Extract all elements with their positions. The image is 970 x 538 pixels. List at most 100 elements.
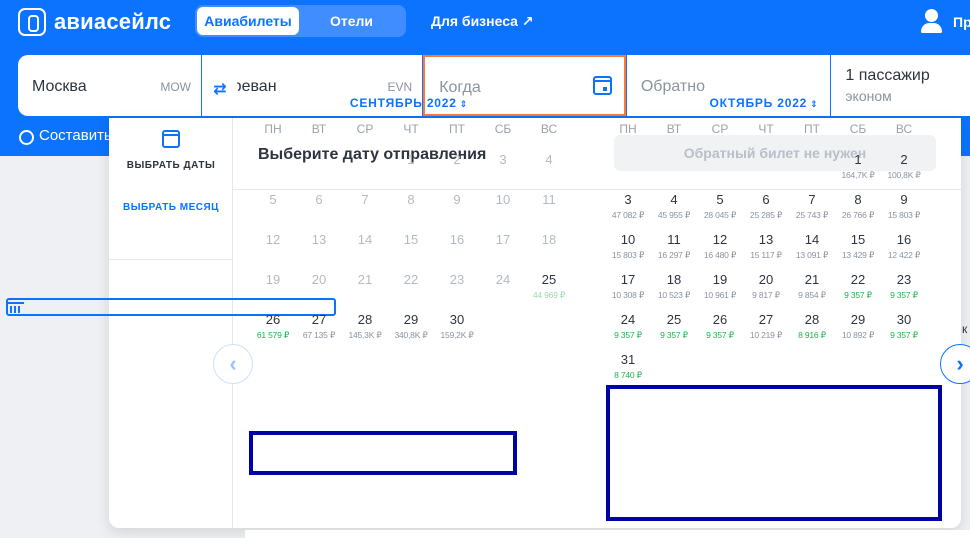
day-price: 25 743 ₽ [795,210,829,220]
day-price: 100,8K ₽ [887,170,921,180]
day-cell[interactable]: 1 164,7K ₽ [835,146,881,186]
day-cell[interactable]: 2 100,8K ₽ [881,146,927,186]
day-cell: 3 [480,146,526,186]
weekday-label: СБ [849,122,867,136]
day-price: 10 308 ₽ [611,290,645,300]
day-cell[interactable]: 10 15 803 ₽ [605,226,651,266]
day-number: 21 [804,272,820,287]
day-cell[interactable]: 28 8 916 ₽ [789,306,835,346]
day-cell[interactable]: 29 10 892 ₽ [835,306,881,346]
days-grid: 1 2 3 4 5 6 7 8 9 10 11 12 13 14 15 16 17 18 19 20 21 22 23 24 2… [250,146,580,346]
profile-label[interactable]: Пр [953,14,970,30]
day-number: 28 [804,312,820,327]
day-cell[interactable]: 8 26 766 ₽ [835,186,881,226]
day-cell[interactable]: 5 28 045 ₽ [697,186,743,226]
day-cell: 13 [296,226,342,266]
weekday-row: ПН ВТ СР ЧТ ПТ СБ ВС [605,122,935,142]
business-link[interactable]: Для бизнеса ↗ [431,13,534,30]
day-cell[interactable]: 17 10 308 ₽ [605,266,651,306]
month-select-icon: ⇕ [459,99,469,109]
origin-field[interactable]: Москва MOW [18,55,201,116]
day-number: 29 [850,312,866,327]
day-cell[interactable]: 4 45 955 ₽ [651,186,697,226]
tab-hotels[interactable]: Отели [299,7,404,35]
day-cell: 1 [388,146,434,186]
day-cell[interactable]: 26 9 357 ₽ [697,306,743,346]
day-number: 18 [666,272,682,287]
day-cell[interactable]: 11 16 297 ₽ [651,226,697,266]
day-number: 13 [311,232,327,247]
page-content-edge [245,530,970,538]
select-month-option[interactable]: ВЫБРАТЬ МЕСЯЦ [6,202,336,316]
weekday-label: ПН [264,122,282,136]
day-cell: 7 [342,186,388,226]
day-cell[interactable]: 19 10 961 ₽ [697,266,743,306]
day-cell[interactable]: 6 25 285 ₽ [743,186,789,226]
day-price: 9 357 ₽ [890,290,918,300]
day-cell[interactable]: 26 61 579 ₽ [250,306,296,346]
day-cell[interactable]: 18 10 523 ₽ [651,266,697,306]
tab-flights[interactable]: Авиабилеты [197,7,299,35]
swap-icon[interactable]: ⇄ [204,73,236,105]
weekday-label: СР [356,122,374,136]
empty-cell [250,146,296,186]
day-number: 15 [850,232,866,247]
day-cell: 16 [434,226,480,266]
month-calendar: СЕНТЯБРЬ 2022 ⇕ ПН ВТ СР ЧТ ПТ СБ ВС 1 2 3 4 5 6 7 8 9 10 1… [250,96,580,346]
logo[interactable]: авиасейлс [18,8,171,36]
day-number: 10 [495,192,511,207]
day-cell[interactable]: 29 340,8K ₽ [388,306,434,346]
day-cell[interactable]: 22 9 357 ₽ [835,266,881,306]
month-title-label: ОКТЯБРЬ 2022 [709,96,808,110]
select-dates-option[interactable]: ВЫБРАТЬ ДАТЫ [109,130,233,190]
day-number: 1 [407,152,415,167]
calendar-icon[interactable] [592,76,612,95]
day-cell[interactable]: 15 13 429 ₽ [835,226,881,266]
day-cell[interactable]: 28 145,3K ₽ [342,306,388,346]
day-cell[interactable]: 30 9 357 ₽ [881,306,927,346]
day-cell[interactable]: 13 15 117 ₽ [743,226,789,266]
weekday-label: ПТ [449,122,465,136]
day-price: 15 803 ₽ [887,210,921,220]
day-cell[interactable]: 3 47 082 ₽ [605,186,651,226]
day-price: 13 429 ₽ [841,250,875,260]
day-cell[interactable]: 23 9 357 ₽ [881,266,927,306]
day-number: 26 [712,312,728,327]
day-cell: 24 [480,266,526,306]
user-icon[interactable] [920,8,944,34]
day-number: 19 [265,272,281,287]
prev-month-button[interactable]: ‹ [213,344,253,384]
day-number: 20 [311,272,327,287]
day-cell[interactable]: 20 9 817 ₽ [743,266,789,306]
day-cell[interactable]: 24 9 357 ₽ [605,306,651,346]
day-price: 9 854 ₽ [798,290,826,300]
day-number: 15 [403,232,419,247]
day-number: 18 [541,232,557,247]
day-cell[interactable]: 25 44 969 ₽ [526,266,572,306]
day-cell[interactable]: 30 159,2K ₽ [434,306,480,346]
day-price: 67 135 ₽ [302,330,336,340]
day-cell[interactable]: 25 9 357 ₽ [651,306,697,346]
day-number: 9 [900,192,908,207]
day-number: 5 [269,192,277,207]
day-cell[interactable]: 16 12 422 ₽ [881,226,927,266]
day-price: 61 579 ₽ [256,330,290,340]
day-number: 28 [357,312,373,327]
day-cell[interactable]: 27 10 219 ₽ [743,306,789,346]
compose-route-link[interactable]: Составить [17,127,112,145]
day-cell[interactable]: 21 9 854 ₽ [789,266,835,306]
day-number: 8 [854,192,862,207]
day-price: 8 916 ₽ [798,330,826,340]
day-number: 25 [666,312,682,327]
day-cell[interactable]: 9 15 803 ₽ [881,186,927,226]
day-number: 6 [315,192,323,207]
day-cell[interactable]: 14 13 091 ₽ [789,226,835,266]
compose-route-label: Составить [39,127,112,144]
day-price: 44 969 ₽ [532,290,566,300]
day-cell[interactable]: 12 16 480 ₽ [697,226,743,266]
day-cell[interactable]: 7 25 743 ₽ [789,186,835,226]
month-title[interactable]: ОКТЯБРЬ 2022 ⇕ [593,96,935,114]
day-cell[interactable]: 31 8 740 ₽ [605,346,651,386]
day-cell[interactable]: 27 67 135 ₽ [296,306,342,346]
month-title[interactable]: СЕНТЯБРЬ 2022 ⇕ [238,96,580,114]
